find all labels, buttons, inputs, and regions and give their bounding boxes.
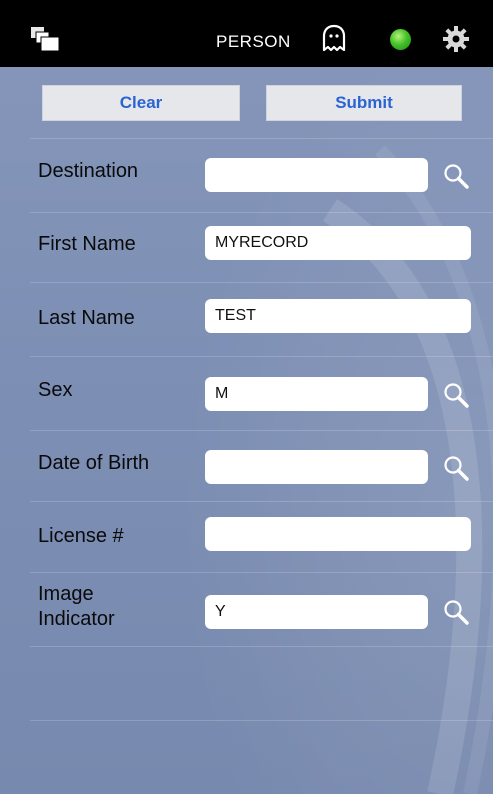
divider bbox=[30, 646, 493, 647]
sex-label: Sex bbox=[38, 379, 73, 401]
divider bbox=[30, 430, 493, 431]
last-name-label: Last Name bbox=[38, 307, 135, 329]
destination-label: Destination bbox=[38, 160, 139, 182]
first-name-field[interactable] bbox=[205, 226, 471, 260]
status-dot-icon bbox=[390, 29, 411, 50]
destination-field[interactable] bbox=[205, 158, 428, 192]
top-bar: PERSON bbox=[0, 0, 493, 67]
divider bbox=[30, 720, 493, 721]
search-icon[interactable] bbox=[442, 598, 470, 626]
last-name-field[interactable] bbox=[205, 299, 471, 333]
divider bbox=[30, 356, 493, 357]
image-indicator-label-line1: Image bbox=[38, 583, 94, 605]
license-label: License # bbox=[38, 525, 124, 547]
date-of-birth-field[interactable] bbox=[205, 450, 428, 484]
divider bbox=[30, 572, 493, 573]
date-of-birth-label: Date of Birth bbox=[38, 452, 150, 474]
search-icon[interactable] bbox=[442, 381, 470, 409]
ghost-icon[interactable] bbox=[321, 24, 347, 52]
windows-icon[interactable] bbox=[30, 26, 60, 52]
submit-button[interactable]: Submit bbox=[266, 85, 462, 121]
image-indicator-label-line2: Indicator bbox=[38, 608, 115, 630]
divider bbox=[30, 138, 493, 139]
gear-icon[interactable] bbox=[442, 25, 470, 53]
search-icon[interactable] bbox=[442, 162, 470, 190]
search-icon[interactable] bbox=[442, 454, 470, 482]
divider bbox=[30, 501, 493, 502]
clear-button[interactable]: Clear bbox=[42, 85, 240, 121]
divider bbox=[30, 282, 493, 283]
divider bbox=[30, 212, 493, 213]
license-field[interactable] bbox=[205, 517, 471, 551]
app-screen: PERSON Clear Submit Destination First Na… bbox=[0, 0, 493, 794]
first-name-label: First Name bbox=[38, 233, 136, 255]
image-indicator-field[interactable] bbox=[205, 595, 428, 629]
sex-field[interactable] bbox=[205, 377, 428, 411]
page-title: PERSON bbox=[216, 32, 291, 51]
